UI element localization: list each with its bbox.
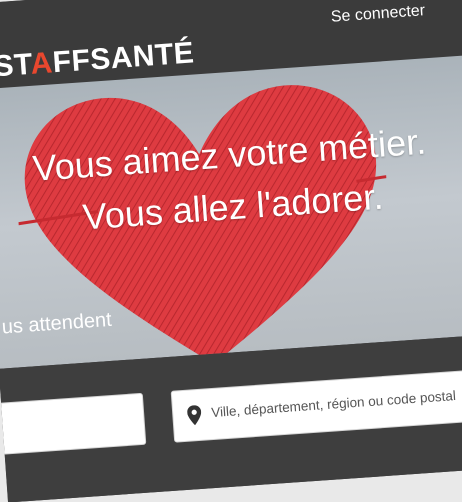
logo-text-accent: A <box>29 46 54 81</box>
location-placeholder: Ville, département, région ou code posta… <box>210 388 457 421</box>
location-search-input[interactable]: Ville, département, région ou code posta… <box>170 369 462 443</box>
screen: STAFFSANTÉ Se connecter Vous aimez votre… <box>0 0 462 502</box>
logo-text-end: FFSANTÉ <box>51 36 196 80</box>
job-search-input[interactable] <box>0 392 147 456</box>
map-pin-icon <box>187 405 202 426</box>
logo-text-start: ST <box>0 47 32 84</box>
hero-banner: Vous aimez votre métier. Vous allez l'ad… <box>0 55 462 369</box>
login-link[interactable]: Se connecter <box>330 2 425 27</box>
